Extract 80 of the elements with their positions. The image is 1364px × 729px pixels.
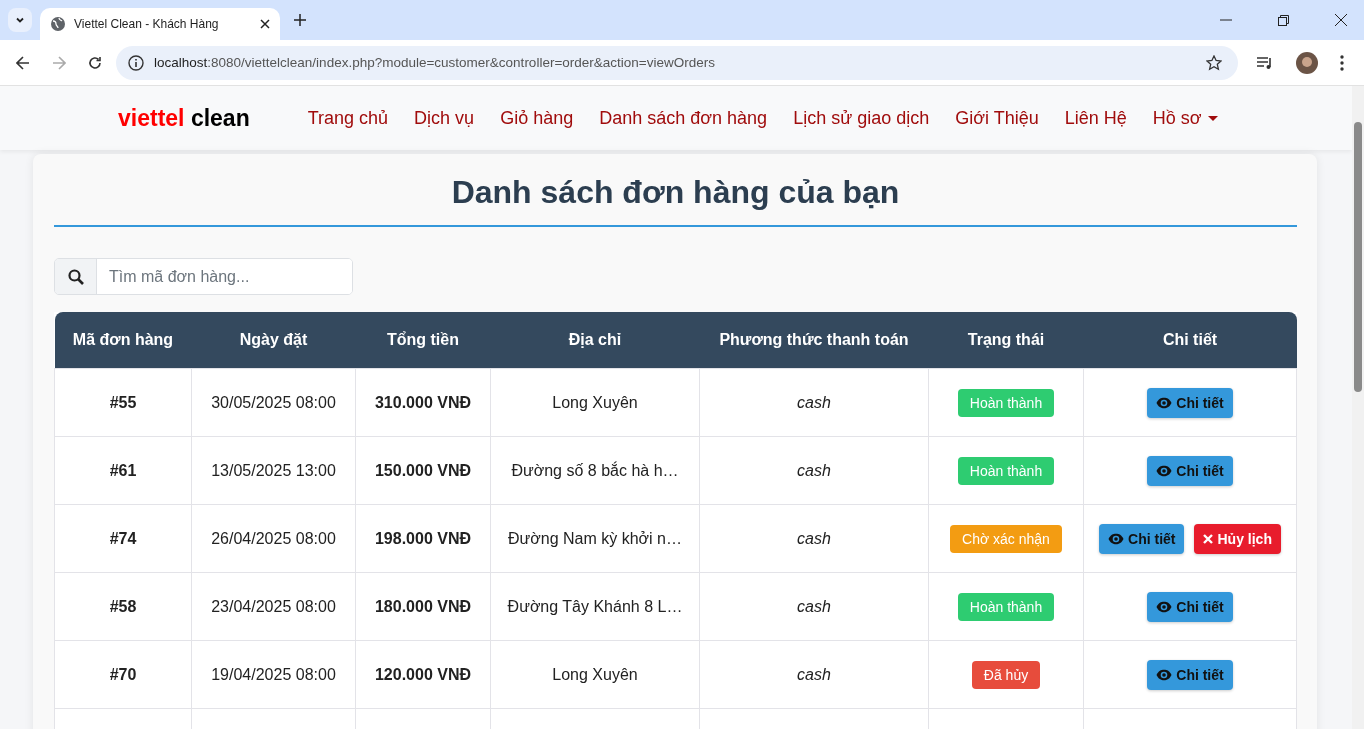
nav-link[interactable]: Lịch sử giao dịch xyxy=(793,107,930,129)
media-icon[interactable] xyxy=(1256,55,1274,70)
page-title: Danh sách đơn hàng của bạn xyxy=(54,174,1297,227)
close-icon[interactable] xyxy=(1335,14,1347,26)
cancel-button[interactable]: Hủy lịch xyxy=(1194,523,1281,554)
details-button[interactable]: Chi tiết xyxy=(1147,455,1233,486)
eye-icon xyxy=(1156,600,1173,613)
nav-link[interactable]: Giới Thiệu xyxy=(955,107,1039,129)
new-tab-icon[interactable] xyxy=(294,14,306,26)
table-cell: 13/05/2025 13:00 xyxy=(191,436,356,505)
details-button[interactable]: Chi tiết xyxy=(1147,591,1233,622)
column-header: Mã đơn hàng xyxy=(54,312,192,369)
status-badge: Hoàn thành xyxy=(957,592,1055,621)
table-cell: 310.000 VNĐ xyxy=(355,368,491,437)
table-cell: Long Xuyên xyxy=(490,640,700,709)
avatar-icon[interactable] xyxy=(1296,51,1318,74)
table-cell: 23/04/2025 08:00 xyxy=(191,572,356,641)
table-cell: cash xyxy=(699,640,929,709)
column-header: Tổng tiền xyxy=(355,312,491,369)
table-cell: 30/05/2025 08:00 xyxy=(191,368,356,437)
brand-logo[interactable]: viettel clean xyxy=(118,104,250,132)
nav-link[interactable]: Dịch vụ xyxy=(414,107,475,129)
column-header: Ngày đặt xyxy=(191,312,356,369)
table-cell: Đường Tây Khánh 8 L… xyxy=(490,572,700,641)
info-icon xyxy=(128,54,144,71)
table-cell: cash xyxy=(699,368,929,437)
menu-icon[interactable] xyxy=(1340,54,1344,71)
column-header: Địa chỉ xyxy=(490,312,700,369)
status-badge: Hoàn thành xyxy=(957,388,1055,417)
nav-link[interactable]: Trang chủ xyxy=(307,107,389,129)
table-cell: Long Xuyên xyxy=(490,368,700,437)
back-icon[interactable] xyxy=(16,55,30,70)
details-button[interactable]: Chi tiết xyxy=(1147,387,1233,418)
url-text: localhost:8080/viettelclean/index.php?module=customer&controller=order&action=viewOrders xyxy=(154,55,715,70)
table-cell: cash xyxy=(699,436,929,505)
reload-icon[interactable] xyxy=(88,55,102,70)
nav-link[interactable]: Liên Hệ xyxy=(1064,107,1127,129)
table-cell: 180.000 VNĐ xyxy=(355,572,491,641)
status-badge: Hoàn thành xyxy=(957,456,1055,485)
restore-icon[interactable] xyxy=(1278,14,1289,26)
nav-link[interactable]: Giỏ hàng xyxy=(500,107,574,129)
scrollbar-thumb[interactable] xyxy=(1354,122,1362,392)
table-cell: #74 xyxy=(54,504,192,573)
status-badge: Chờ xác nhận xyxy=(950,524,1062,553)
table-cell: #55 xyxy=(54,368,192,437)
close-icon xyxy=(1203,533,1214,544)
column-header: Trạng thái xyxy=(928,312,1084,369)
table-cell: 26/04/2025 08:00 xyxy=(191,504,356,573)
tab-search-button[interactable] xyxy=(8,8,32,32)
status-badge: Đã hủy xyxy=(971,660,1041,689)
column-header: Chi tiết xyxy=(1083,312,1297,369)
details-button[interactable]: Chi tiết xyxy=(1099,523,1185,554)
details-button[interactable]: Chi tiết xyxy=(1147,659,1233,690)
table-cell: 198.000 VNĐ xyxy=(355,504,491,573)
table-cell: #61 xyxy=(54,436,192,505)
table-cell: 120.000 VNĐ xyxy=(355,640,491,709)
nav-link[interactable]: Danh sách đơn hàng xyxy=(599,107,768,129)
eye-icon xyxy=(1156,464,1173,477)
search-field[interactable]: Tìm mã đơn hàng... xyxy=(54,258,353,295)
nav-link[interactable]: Hồ sơ xyxy=(1152,107,1218,129)
column-header: Phương thức thanh toán xyxy=(699,312,929,369)
eye-icon xyxy=(1156,668,1173,681)
table-cell: cash xyxy=(699,572,929,641)
scrollbar[interactable] xyxy=(1352,86,1364,729)
eye-icon xyxy=(1156,396,1173,409)
table-cell: 150.000 VNĐ xyxy=(355,436,491,505)
table-cell: 19/04/2025 08:00 xyxy=(191,640,356,709)
tab-title: Viettel Clean - Khách Hàng xyxy=(74,17,220,31)
table-cell: cash xyxy=(699,504,929,573)
eye-icon xyxy=(1108,532,1125,545)
table-cell: #70 xyxy=(54,640,192,709)
table-cell: Đường số 8 bắc hà h… xyxy=(490,436,700,505)
address-bar[interactable]: localhost:8080/viettelclean/index.php?module=customer&controller=order&action=viewOrders xyxy=(116,45,1238,80)
search-icon xyxy=(67,268,84,285)
star-icon[interactable] xyxy=(1206,54,1222,71)
browser-tab[interactable]: Viettel Clean - Khách Hàng xyxy=(40,8,280,40)
table-cell: Đường Nam kỳ khởi n… xyxy=(490,504,700,573)
globe-icon xyxy=(50,16,66,32)
close-icon[interactable] xyxy=(260,19,270,29)
table-cell: #58 xyxy=(54,572,192,641)
